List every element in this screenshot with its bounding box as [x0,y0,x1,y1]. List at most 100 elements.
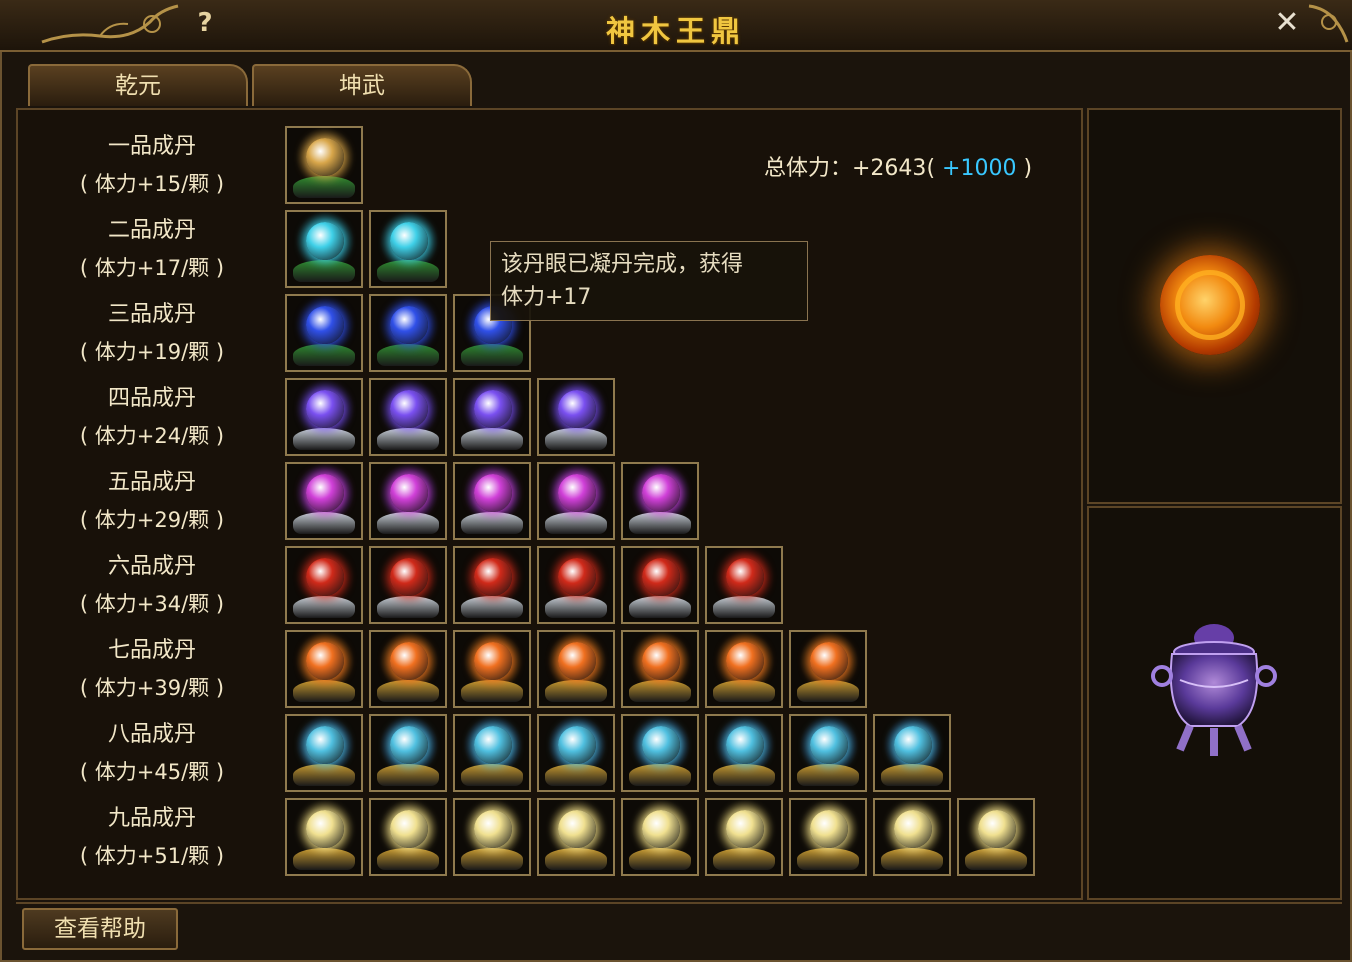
pill-orb-icon [474,558,512,596]
pill-slot[interactable] [537,462,615,540]
pill-slot[interactable] [621,630,699,708]
grade-bonus: ( 体力+51/颗 ) [79,844,225,868]
pill-slot[interactable] [453,714,531,792]
pill-stand-icon [797,848,859,870]
pill-slot[interactable] [621,546,699,624]
pill-stand-icon [293,848,355,870]
pill-stand-icon [293,176,355,198]
pill-stand-icon [293,260,355,282]
pill-slot[interactable] [705,798,783,876]
pill-slot[interactable] [285,126,363,204]
pill-stand-icon [629,596,691,618]
pill-stand-icon [377,764,439,786]
pill-slot[interactable] [285,462,363,540]
pill-stand-icon [545,848,607,870]
pill-slot[interactable] [369,798,447,876]
pill-slot[interactable] [789,714,867,792]
grade-bonus: ( 体力+34/颗 ) [79,592,225,616]
grade-name: 五品成丹 [107,470,196,495]
pill-slot[interactable] [369,462,447,540]
view-help-button[interactable]: 查看帮助 [22,908,178,950]
pill-stand-icon [377,680,439,702]
pill-slot[interactable] [453,378,531,456]
pill-stand-icon [461,848,523,870]
pill-stand-icon [713,764,775,786]
grade-name: 二品成丹 [107,218,196,243]
pill-slot[interactable] [789,798,867,876]
pill-stand-icon [461,428,523,450]
pill-slot[interactable] [705,630,783,708]
pill-stand-icon [713,596,775,618]
pill-orb-icon [474,642,512,680]
pill-slot[interactable] [369,714,447,792]
fire-orb-ring [1175,270,1245,340]
pill-slot[interactable] [537,546,615,624]
pill-slot[interactable] [285,378,363,456]
tab-kunwu[interactable]: 坤武 [252,64,472,106]
pill-slot[interactable] [621,462,699,540]
pill-slot[interactable] [537,378,615,456]
pill-slot[interactable] [369,546,447,624]
pill-orb-icon [810,642,848,680]
pill-orb-icon [474,390,512,428]
grade-name: 七品成丹 [107,638,196,663]
grade-bonus: ( 体力+45/颗 ) [79,760,225,784]
pill-slot[interactable] [537,798,615,876]
pill-slot[interactable] [537,714,615,792]
pill-stand-icon [293,512,355,534]
pill-slot[interactable] [705,714,783,792]
pill-stand-icon [545,680,607,702]
pill-stand-icon [293,680,355,702]
title-ornament-right-icon [1308,4,1349,43]
pill-stand-icon [461,680,523,702]
pill-slot[interactable] [369,294,447,372]
pill-stand-icon [713,680,775,702]
pill-orb-icon [642,474,680,512]
pill-slot[interactable] [453,630,531,708]
pill-slot[interactable] [285,210,363,288]
pill-slot[interactable] [285,546,363,624]
bottom-bar [16,902,1342,956]
pill-slot[interactable] [369,210,447,288]
pill-orb-icon [390,558,428,596]
grade-name: 四品成丹 [107,386,196,411]
pill-slot[interactable] [705,546,783,624]
pill-slot[interactable] [537,630,615,708]
pill-orb-icon [306,306,344,344]
pill-stand-icon [545,596,607,618]
pill-slot[interactable] [789,630,867,708]
pill-orb-icon [390,642,428,680]
pill-orb-icon [726,558,764,596]
pill-slot[interactable] [285,294,363,372]
pill-slot[interactable] [453,546,531,624]
pill-slot[interactable] [957,798,1035,876]
pill-orb-icon [726,726,764,764]
pill-stand-icon [545,764,607,786]
total-stamina-value: 总体力：+2643 [764,156,927,181]
pill-slot[interactable] [369,378,447,456]
pill-slot[interactable] [285,798,363,876]
pill-slot[interactable] [873,714,951,792]
pill-slot[interactable] [453,462,531,540]
pill-stand-icon [461,596,523,618]
pill-slot[interactable] [621,714,699,792]
close-icon[interactable]: ✕ [1270,6,1304,40]
pill-slot[interactable] [369,630,447,708]
pill-stand-icon [797,764,859,786]
grade-name: 三品成丹 [107,302,196,327]
window-title: 神木王鼎 [605,14,746,48]
pill-slot[interactable] [285,714,363,792]
pill-stand-icon [629,680,691,702]
pill-slot[interactable] [873,798,951,876]
tab-qianyuan[interactable]: 乾元 [28,64,248,106]
pill-orb-icon [726,810,764,848]
pill-orb-icon [726,642,764,680]
pill-slot[interactable] [621,798,699,876]
pill-tooltip: 该丹眼已凝丹完成，获得 体力+17 [490,241,808,321]
pill-slot[interactable] [285,630,363,708]
pill-slot[interactable] [453,798,531,876]
grade-name: 一品成丹 [107,134,196,159]
pill-orb-icon [558,726,596,764]
grade-name: 八品成丹 [107,722,196,747]
pill-orb-icon [642,726,680,764]
